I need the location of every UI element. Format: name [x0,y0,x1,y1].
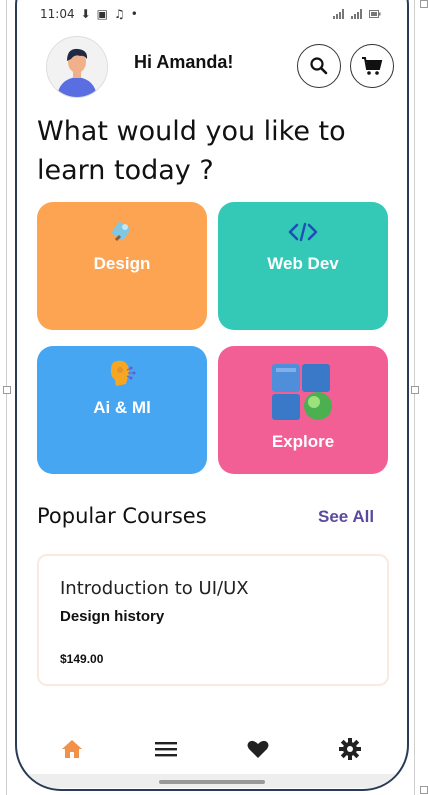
search-icon [310,57,328,75]
category-card-design[interactable]: Design [37,202,207,330]
see-all-link[interactable]: See All [318,507,374,527]
course-card[interactable]: Introduction to UI/UX Design history $14… [37,554,389,686]
greeting-text: Hi Amanda! [134,52,234,72]
frame-guide-left [6,0,7,795]
gear-icon [339,738,361,760]
home-icon [62,740,82,758]
status-time: 11:04 [40,7,75,21]
category-label: Ai & Ml [93,398,151,417]
resize-handle-bottom[interactable] [420,786,428,794]
image-icon: ▣ [96,7,108,21]
heart-icon [247,740,269,758]
nav-item-settings[interactable] [335,736,365,762]
nav-item-home[interactable] [57,736,87,762]
page-headline: What would you like to learn today ? [37,116,346,186]
pen-tool-icon [112,222,130,242]
category-card-web-dev[interactable]: Web Dev [218,202,388,330]
cart-button[interactable] [350,44,394,88]
search-button[interactable] [297,44,341,88]
category-label: Web Dev [267,254,339,273]
phone-frame: 11:04 ⬇ ▣ ♫ • Hi Amanda! What would you … [15,0,409,791]
nav-item-menu[interactable] [151,736,181,762]
nav-item-favorites[interactable] [243,736,273,762]
menu-icon [155,742,177,757]
status-bar: 11:04 ⬇ ▣ ♫ • [40,4,138,24]
cart-icon [362,57,383,75]
signal-icon [333,9,344,19]
resize-handle-left[interactable] [3,386,11,394]
download-icon: ⬇ [80,7,91,21]
bottom-nav [17,732,407,768]
home-gesture-pill[interactable] [159,780,265,784]
resize-handle-top[interactable] [420,0,428,8]
cubes-icon [272,364,332,420]
signal-icon [351,9,362,19]
dot-icon: • [130,7,138,21]
category-label: Design [93,254,151,273]
section-title: Popular Courses [37,504,207,528]
frame-guide-right [414,0,415,795]
course-price: $149.00 [60,652,104,666]
ai-head-icon [110,360,136,386]
music-icon: ♫ [114,7,125,21]
course-title: Introduction to UI/UX [60,578,249,599]
category-label: Explore [271,432,335,451]
course-subtitle: Design history [60,608,165,625]
resize-handle-right[interactable] [411,386,419,394]
category-card-explore[interactable]: Explore [218,346,388,474]
category-card-ai-ml[interactable]: Ai & Ml [37,346,207,474]
battery-icon [369,10,381,18]
code-icon [288,222,318,242]
status-indicators [333,4,381,24]
avatar[interactable] [46,36,108,98]
avatar-icon [47,37,107,97]
